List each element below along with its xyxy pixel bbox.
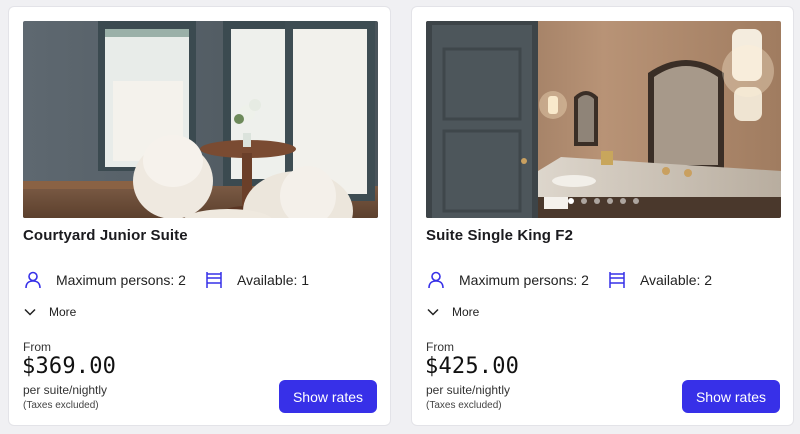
more-toggle[interactable]: More	[426, 305, 479, 319]
tax-note: (Taxes excluded)	[23, 400, 99, 411]
person-icon	[25, 271, 41, 289]
price-unit: per suite/nightly	[426, 383, 511, 397]
carousel-dot[interactable]	[568, 198, 574, 204]
availability-feature: Available: 1	[204, 270, 309, 290]
price: $425.00	[425, 354, 520, 379]
room-card: Suite Single King F2 Maximum persons: 2 …	[411, 6, 794, 426]
price: $369.00	[22, 354, 117, 379]
carousel-dot[interactable]	[607, 198, 613, 204]
show-rates-button[interactable]: Show rates	[682, 380, 780, 413]
room-title: Suite Single King F2	[426, 227, 574, 244]
price-unit: per suite/nightly	[23, 383, 108, 397]
max-persons-label: Maximum persons: 2	[56, 272, 186, 288]
max-persons-label: Maximum persons: 2	[459, 272, 589, 288]
room-title: Courtyard Junior Suite	[23, 227, 188, 244]
show-rates-button[interactable]: Show rates	[279, 380, 377, 413]
room-card: Courtyard Junior Suite Maximum persons: …	[8, 6, 391, 426]
carousel-dot[interactable]	[620, 198, 626, 204]
more-label: More	[49, 305, 77, 319]
room-features: Maximum persons: 2 Available: 2	[426, 270, 712, 290]
max-persons-feature: Maximum persons: 2	[23, 270, 186, 290]
availability-feature: Available: 2	[607, 270, 712, 290]
chevron-down-icon	[24, 308, 36, 316]
bed-icon	[609, 272, 625, 288]
person-icon	[428, 271, 444, 289]
room-photo[interactable]	[426, 21, 781, 218]
room-photo[interactable]	[23, 21, 378, 218]
room-features: Maximum persons: 2 Available: 1	[23, 270, 309, 290]
max-persons-feature: Maximum persons: 2	[426, 270, 589, 290]
from-label: From	[426, 340, 454, 354]
tax-note: (Taxes excluded)	[426, 400, 502, 411]
availability-label: Available: 1	[236, 272, 310, 288]
carousel-dot[interactable]	[581, 198, 587, 204]
more-label: More	[452, 305, 480, 319]
more-toggle[interactable]: More	[23, 305, 76, 319]
chevron-down-icon	[427, 308, 439, 316]
availability-label: Available: 2	[639, 272, 713, 288]
bed-icon	[206, 272, 222, 288]
room-photo-image	[23, 21, 378, 218]
from-label: From	[23, 340, 51, 354]
carousel-dot[interactable]	[633, 198, 639, 204]
room-photo-image	[426, 21, 781, 218]
carousel-dot[interactable]	[594, 198, 600, 204]
carousel-indicator	[426, 198, 781, 204]
